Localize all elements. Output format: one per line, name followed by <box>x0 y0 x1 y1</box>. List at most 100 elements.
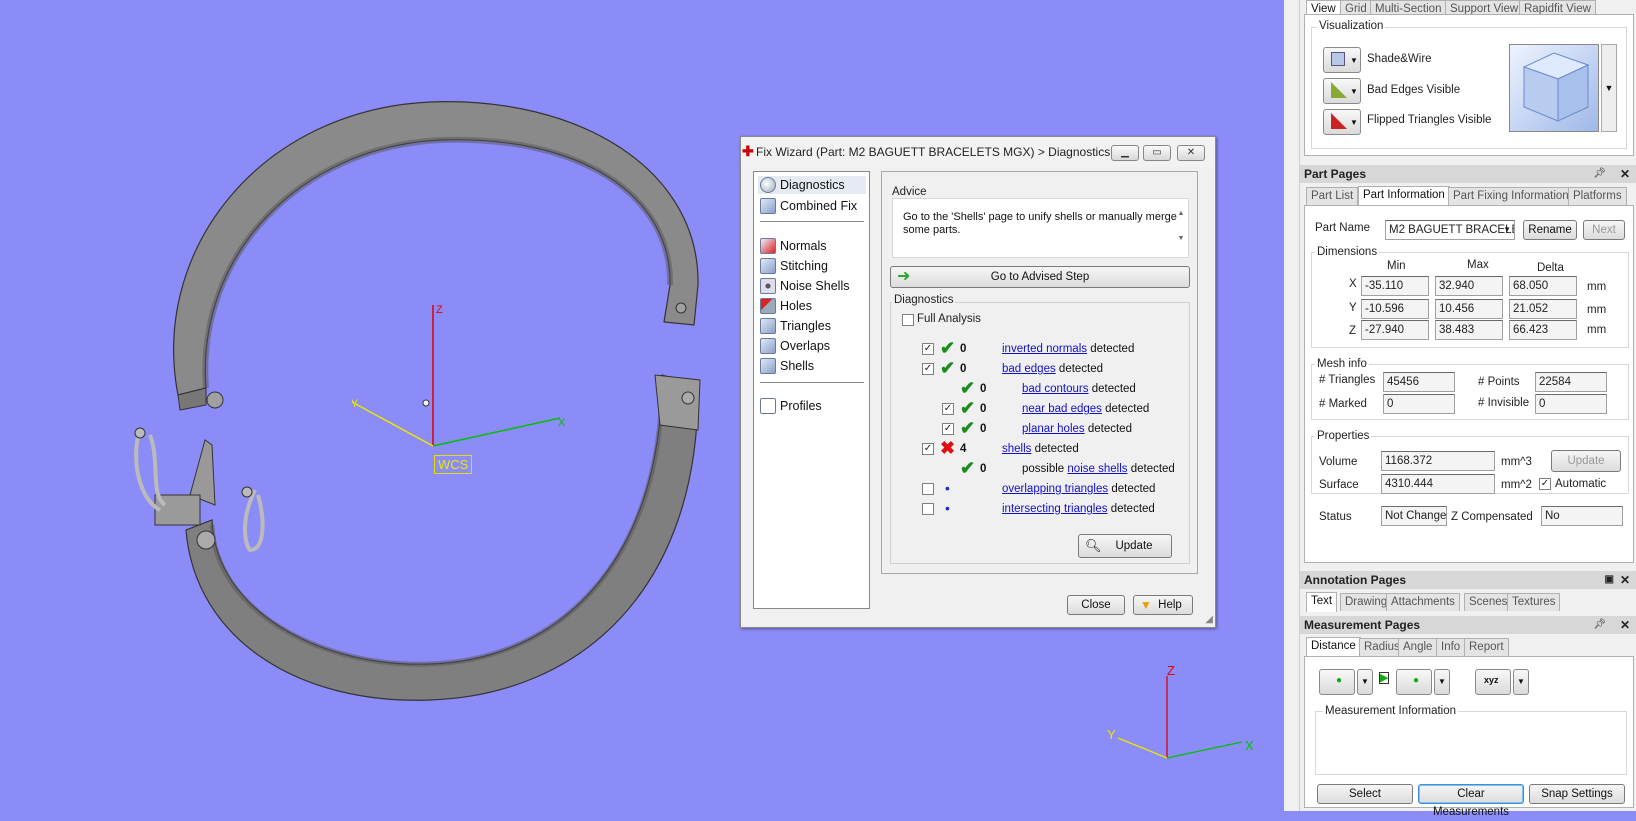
green-arrow-icon: ➜ <box>897 268 911 285</box>
near-bad-edges-link[interactable]: near bad edges <box>1022 403 1102 415</box>
inverted-normals-link[interactable]: inverted normals <box>1002 343 1087 355</box>
near-bad-edges-checkbox[interactable]: ✓ <box>942 403 954 415</box>
point-1-dropdown[interactable]: ▼ <box>1357 669 1373 695</box>
annotation-pages-titlebar: Annotation Pages ▣ ✕ <box>1300 571 1636 589</box>
xyz-dropdown[interactable]: ▼ <box>1513 669 1529 695</box>
dim-z-delta: 66.423 <box>1509 320 1577 340</box>
view-cube-dropdown[interactable]: ▼ <box>1601 44 1617 132</box>
full-analysis-checkbox[interactable] <box>902 314 914 326</box>
resize-grip-icon[interactable]: ◢ <box>1205 614 1213 625</box>
inverted-normals-count: 0 <box>960 343 967 355</box>
tab-drawing[interactable]: Drawing <box>1340 593 1393 611</box>
bad-edges-visible-button[interactable]: ▼ <box>1323 78 1361 104</box>
tab-platforms[interactable]: Platforms <box>1568 187 1627 205</box>
help-button[interactable]: ▼ Help <box>1133 595 1193 615</box>
tab-part-information[interactable]: Part Information <box>1358 186 1450 206</box>
nav-item-triangles[interactable]: Triangles <box>758 317 866 335</box>
rename-button[interactable]: Rename <box>1523 220 1577 240</box>
nav-item-normals[interactable]: Normals <box>758 237 866 255</box>
select-button[interactable]: Select <box>1317 784 1413 804</box>
tab-report[interactable]: Report <box>1464 638 1509 656</box>
go-to-advised-step-button[interactable]: ➜ Go to Advised Step <box>890 266 1190 288</box>
tab-textures[interactable]: Textures <box>1507 593 1561 611</box>
restore-icon[interactable]: ▣ <box>1605 571 1614 589</box>
xyz-button[interactable]: xyz <box>1475 669 1511 695</box>
tab-info[interactable]: Info <box>1436 638 1466 656</box>
flipped-triangles-visible-label: Flipped Triangles Visible <box>1367 114 1492 126</box>
view-cube-icon <box>1522 52 1590 122</box>
inverted-normals-checkbox[interactable]: ✓ <box>922 343 934 355</box>
shells-count: 4 <box>960 443 967 455</box>
dropdown-arrow-icon: ▼ <box>1361 677 1369 686</box>
points-value: 22584 <box>1535 372 1607 392</box>
nav-item-holes[interactable]: Holes <box>758 297 866 315</box>
dropdown-arrow-icon: ▼ <box>1438 677 1446 686</box>
close-panel-icon[interactable]: ✕ <box>1620 165 1630 183</box>
tab-scenes[interactable]: Scenes <box>1464 593 1513 611</box>
pin-icon[interactable]: 📌︎ <box>1593 616 1606 634</box>
shells-checkbox[interactable]: ✓ <box>922 443 934 455</box>
nav-item-diagnostics[interactable]: Diagnostics <box>758 176 866 194</box>
part-name-value: M2 BAGUETT BRACELE <box>1389 224 1515 236</box>
nav-item-combined-fix[interactable]: Combined Fix <box>758 197 866 215</box>
advice-text-box[interactable]: Go to the 'Shells' page to unify shells … <box>892 198 1189 258</box>
near-bad-edges-count: 0 <box>980 403 987 415</box>
point-2-button[interactable]: ● <box>1396 669 1432 695</box>
next-button[interactable]: Next <box>1583 220 1625 240</box>
nav-item-profiles[interactable]: Profiles <box>758 397 866 415</box>
flipped-triangles-visible-button[interactable]: ▼ <box>1323 109 1361 135</box>
dropdown-arrow-icon: ▼ <box>1517 677 1525 686</box>
point-1-button[interactable]: ● <box>1319 669 1355 695</box>
nav-label: Holes <box>780 299 812 313</box>
planar-holes-link[interactable]: planar holes <box>1022 423 1085 435</box>
clear-measurements-button[interactable]: Clear Measurements <box>1418 784 1524 818</box>
bad-contours-link[interactable]: bad contours <box>1022 383 1089 395</box>
planar-holes-checkbox[interactable]: ✓ <box>942 423 954 435</box>
overlapping-triangles-link[interactable]: overlapping triangles <box>1002 483 1108 495</box>
shade-wire-button[interactable]: ▼ <box>1323 47 1361 73</box>
dropdown-arrow-icon: ▼ <box>1350 56 1358 65</box>
overlapping-triangles-checkbox[interactable] <box>922 483 934 495</box>
noise-shells-link[interactable]: noise shells <box>1067 463 1127 475</box>
nav-label: Shells <box>780 359 815 373</box>
nav-label: Stitching <box>780 259 828 273</box>
close-button[interactable]: Close <box>1067 595 1125 615</box>
dialog-titlebar[interactable]: ✚ Fix Wizard (Part: M2 BAGUETT BRACELETS… <box>741 137 1215 167</box>
nav-item-stitching[interactable]: Stitching <box>758 257 866 275</box>
tab-attachments[interactable]: Attachments <box>1386 593 1460 611</box>
intersecting-triangles-checkbox[interactable] <box>922 503 934 515</box>
pin-icon[interactable]: 📌︎ <box>1593 165 1606 183</box>
detected-text: detected <box>1087 423 1132 435</box>
point-2-dropdown[interactable]: ▼ <box>1434 669 1450 695</box>
marked-value: 0 <box>1383 394 1455 414</box>
close-panel-icon[interactable]: ✕ <box>1620 571 1630 589</box>
view-cube[interactable] <box>1509 44 1599 132</box>
dimensions-label: Dimensions <box>1315 246 1380 258</box>
shells-link[interactable]: shells <box>1002 443 1031 455</box>
fix-wizard-dialog: ✚ Fix Wizard (Part: M2 BAGUETT BRACELETS… <box>740 136 1216 628</box>
minimize-button[interactable]: ▁ <box>1111 145 1139 161</box>
update-properties-button[interactable]: Update <box>1551 450 1621 472</box>
advice-scrollbar[interactable]: ▲ ▼ <box>1176 201 1186 255</box>
snap-settings-button[interactable]: Snap Settings <box>1529 784 1625 804</box>
nav-item-shells[interactable]: Shells <box>758 357 866 375</box>
update-diagnostics-button[interactable]: 🔍︎ Update <box>1078 534 1172 558</box>
tab-part-list[interactable]: Part List <box>1306 187 1359 205</box>
close-panel-icon[interactable]: ✕ <box>1620 616 1630 634</box>
close-window-button[interactable]: ✕ <box>1177 145 1205 161</box>
nav-item-noise-shells[interactable]: Noise Shells <box>758 277 866 295</box>
bad-edges-link[interactable]: bad edges <box>1002 363 1056 375</box>
near-bad-edges-row: near bad edges detected <box>1022 400 1149 418</box>
tab-part-fixing-information[interactable]: Part Fixing Information <box>1448 187 1574 205</box>
automatic-checkbox[interactable]: ✓ <box>1539 478 1551 490</box>
intersecting-triangles-link[interactable]: intersecting triangles <box>1002 503 1107 515</box>
tab-distance[interactable]: Distance <box>1306 637 1361 657</box>
maximize-button[interactable]: ▭ <box>1143 145 1171 161</box>
bad-edges-checkbox[interactable]: ✓ <box>922 363 934 375</box>
tab-angle[interactable]: Angle <box>1398 638 1438 656</box>
volume-label: Volume <box>1319 456 1358 468</box>
nav-item-overlaps[interactable]: Overlaps <box>758 337 866 355</box>
part-name-select[interactable]: M2 BAGUETT BRACELE ▼ <box>1385 220 1515 240</box>
tab-text[interactable]: Text <box>1306 592 1338 612</box>
dock-splitter[interactable] <box>1284 0 1300 811</box>
